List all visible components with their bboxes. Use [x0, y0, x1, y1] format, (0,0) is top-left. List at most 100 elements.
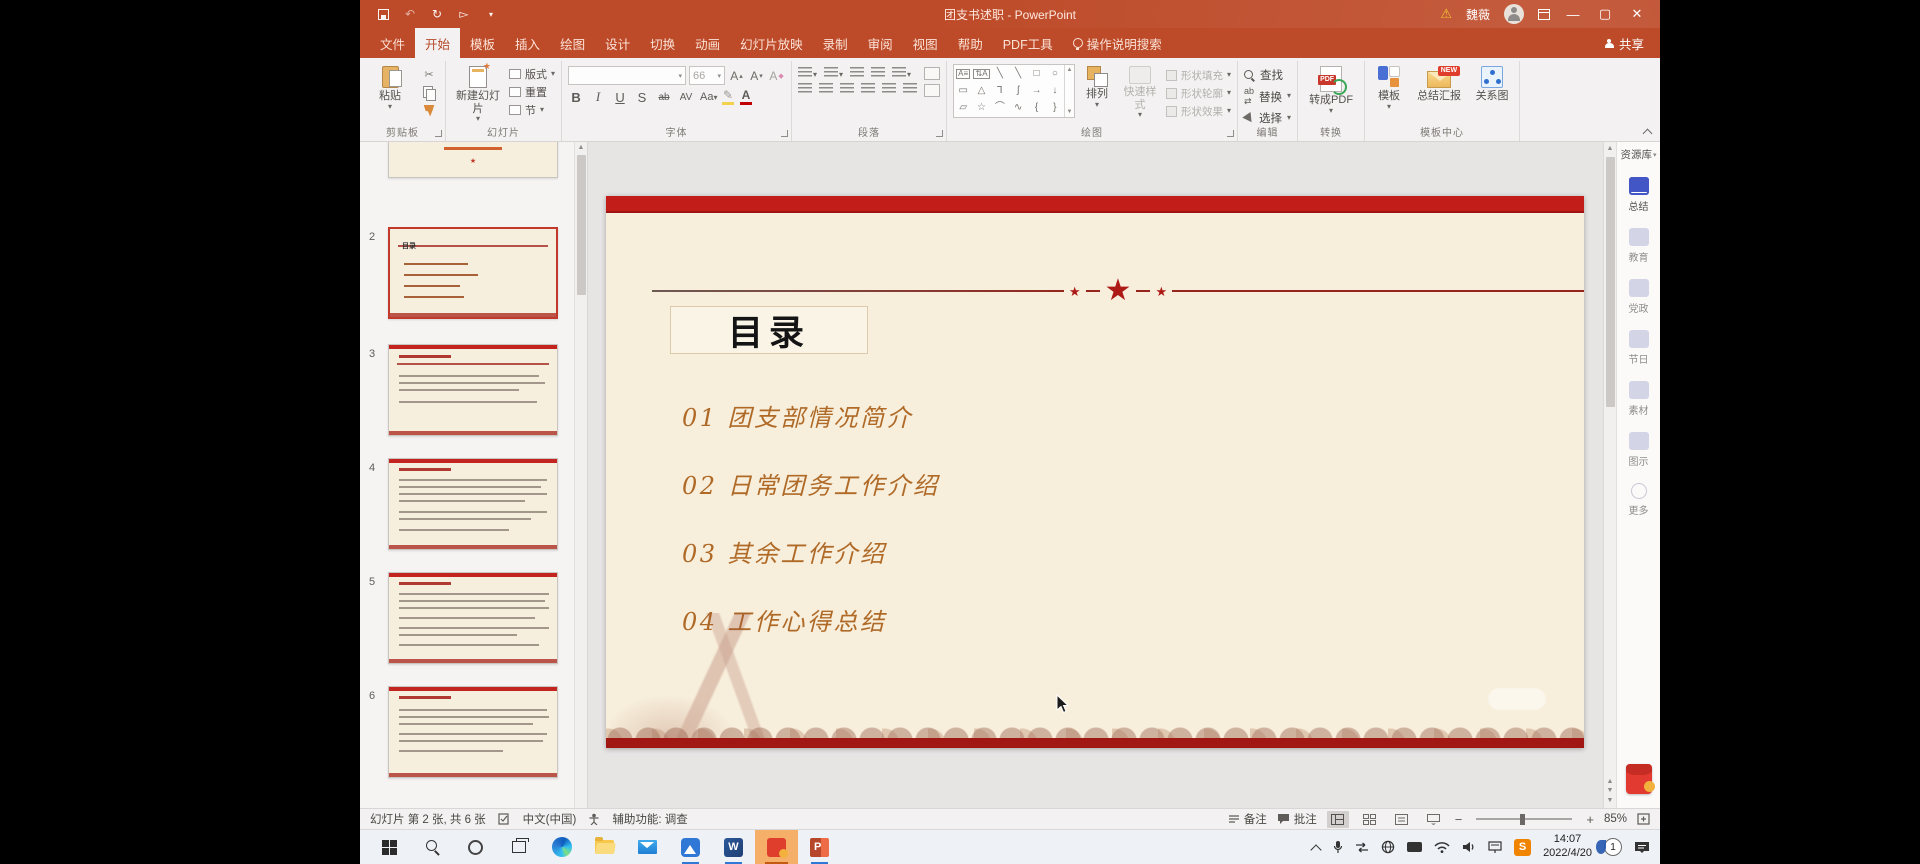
- tell-me-search[interactable]: 操作说明搜索: [1063, 28, 1172, 58]
- slide-thumbnail-3[interactable]: [388, 344, 558, 436]
- slide-scrollbar[interactable]: ▲ ▲ ▼ ▼: [1603, 142, 1616, 808]
- user-count-badge[interactable]: 1: [1596, 838, 1622, 856]
- previous-slide-button[interactable]: ▲: [1607, 777, 1614, 787]
- underline-button[interactable]: U: [612, 90, 628, 105]
- resource-item-material[interactable]: 素材: [1628, 381, 1649, 417]
- shape-fill-button[interactable]: 形状填充 ▾: [1166, 68, 1231, 83]
- shape-effects-button[interactable]: 形状效果 ▾: [1166, 104, 1231, 119]
- tray-expand-icon[interactable]: [1312, 843, 1321, 852]
- zoom-out-button[interactable]: −: [1455, 812, 1463, 827]
- resource-panel-title[interactable]: 资源库 ▾: [1620, 147, 1656, 162]
- scrollbar-thumb[interactable]: [1605, 156, 1615, 407]
- edge-taskbar-button[interactable]: [540, 830, 583, 864]
- word-taskbar-button[interactable]: W: [712, 830, 755, 864]
- align-left-button[interactable]: [798, 83, 813, 94]
- slide-title-box[interactable]: 目录: [670, 306, 868, 354]
- decrease-indent-button[interactable]: [850, 67, 865, 78]
- format-painter-button[interactable]: [419, 103, 439, 118]
- triangle-shape-icon[interactable]: △: [978, 85, 986, 96]
- close-button[interactable]: ✕: [1628, 6, 1646, 22]
- toc-item-1[interactable]: 01 团支部情况简介: [682, 398, 913, 433]
- font-size-select[interactable]: 66 ▾: [689, 66, 726, 85]
- replace-button[interactable]: ab ⇄ 替换 ▾: [1244, 86, 1291, 107]
- slide-thumbnail-5[interactable]: [388, 572, 558, 664]
- increase-indent-button[interactable]: [871, 67, 886, 78]
- justify-button[interactable]: [861, 83, 876, 94]
- next-slide-button[interactable]: ▼: [1607, 786, 1614, 796]
- relationship-diagram-button[interactable]: 关系图: [1471, 64, 1513, 103]
- scroll-down-icon[interactable]: ▼: [1607, 796, 1614, 806]
- bold-button[interactable]: B: [568, 90, 584, 105]
- thumbnail-scrollbar[interactable]: ▲: [574, 142, 587, 808]
- strikethrough-button[interactable]: ab: [656, 92, 672, 103]
- zoom-level[interactable]: 85%: [1604, 813, 1627, 825]
- slide-thumbnail-6[interactable]: [388, 686, 558, 778]
- distribute-button[interactable]: [903, 83, 918, 94]
- scroll-up-icon[interactable]: ▲: [1607, 144, 1614, 154]
- tab-template[interactable]: 模板: [460, 28, 505, 58]
- slide-canvas[interactable]: ★ ★ ★ 目录 01 团支部情况简介 02 日常团务工作介绍 03 其余工作介绍: [606, 196, 1584, 748]
- zoom-slider[interactable]: [1476, 813, 1573, 825]
- network-activity-icon[interactable]: [1355, 841, 1369, 853]
- collapse-ribbon-icon[interactable]: [1643, 127, 1652, 136]
- red-packet-icon[interactable]: [1625, 764, 1655, 794]
- left-brace-shape-icon[interactable]: {: [1035, 103, 1038, 113]
- tab-review[interactable]: 审阅: [858, 28, 903, 58]
- file-explorer-button[interactable]: [583, 830, 626, 864]
- curve-shape-icon[interactable]: ∿: [1014, 103, 1022, 113]
- change-case-button[interactable]: Aa▾: [700, 91, 717, 103]
- align-text-button[interactable]: [924, 84, 941, 97]
- star-shape-icon[interactable]: ☆: [977, 103, 986, 113]
- numbering-button[interactable]: ▾: [824, 67, 843, 79]
- action-center-icon[interactable]: [1634, 841, 1650, 854]
- columns-button[interactable]: [882, 83, 897, 94]
- customize-qat-icon[interactable]: ▾: [484, 7, 498, 21]
- resource-item-education[interactable]: 教育: [1628, 228, 1649, 264]
- shrink-font-button[interactable]: A ▾: [748, 67, 765, 84]
- ime-banner-icon[interactable]: [1488, 841, 1502, 853]
- tab-slideshow[interactable]: 幻灯片放映: [730, 28, 813, 58]
- volume-icon[interactable]: [1462, 841, 1476, 853]
- shadow-button[interactable]: S: [634, 90, 650, 105]
- language-indicator[interactable]: 中文(中国): [523, 811, 577, 827]
- ribbon-display-options-icon[interactable]: [1538, 8, 1550, 20]
- section-button[interactable]: 节 ▾: [509, 102, 555, 118]
- share-button[interactable]: 共享: [1604, 34, 1660, 53]
- parallelogram-shape-icon[interactable]: ▱: [959, 103, 967, 113]
- slide-thumbnail-panel[interactable]: ★ 2 目录 3 4 5 6 ▲: [360, 142, 588, 808]
- notes-button[interactable]: 备注: [1228, 811, 1267, 827]
- redo-icon[interactable]: ↻: [430, 7, 444, 21]
- font-dialog-launcher[interactable]: [781, 130, 789, 137]
- spell-check-icon[interactable]: [498, 813, 511, 825]
- summary-report-button[interactable]: NEW 总结汇报: [1412, 64, 1466, 103]
- toc-item-2[interactable]: 02 日常团务工作介绍: [682, 466, 940, 501]
- clipboard-dialog-launcher[interactable]: [435, 130, 442, 137]
- warning-icon[interactable]: ⚠: [1440, 6, 1452, 22]
- minimize-button[interactable]: —: [1564, 7, 1582, 22]
- right-brace-shape-icon[interactable]: }: [1053, 103, 1056, 113]
- copy-button[interactable]: [419, 85, 439, 101]
- tab-home[interactable]: 开始: [415, 28, 461, 58]
- text-direction-button[interactable]: [924, 67, 941, 80]
- globe-icon[interactable]: [1381, 840, 1395, 854]
- device-icon[interactable]: [1407, 842, 1423, 852]
- reset-button[interactable]: 重置: [509, 84, 555, 100]
- highlight-color-button[interactable]: ✎: [722, 89, 735, 105]
- template-button[interactable]: 模板 ▾: [1371, 64, 1407, 110]
- wifi-icon[interactable]: [1434, 841, 1450, 853]
- italic-button[interactable]: I: [590, 89, 606, 105]
- microphone-icon[interactable]: [1333, 840, 1343, 854]
- arrow-line-shape-icon[interactable]: ╲: [1015, 68, 1021, 79]
- vertical-textbox-shape-icon[interactable]: ⇅A: [973, 68, 990, 79]
- paste-button[interactable]: 粘贴 ▾: [366, 64, 414, 110]
- arc-shape-icon[interactable]: ⌒: [995, 103, 1005, 113]
- comments-button[interactable]: 批注: [1277, 811, 1317, 827]
- normal-view-button[interactable]: [1326, 810, 1349, 828]
- taskbar-clock[interactable]: 14:07 2022/4/20: [1543, 833, 1592, 861]
- tab-pdf-tools[interactable]: PDF工具: [993, 28, 1063, 58]
- tab-view[interactable]: 视图: [903, 28, 948, 58]
- resource-item-summary[interactable]: 总结: [1628, 177, 1649, 213]
- tab-help[interactable]: 帮助: [948, 28, 993, 58]
- line-shape-icon[interactable]: ╲: [997, 68, 1003, 79]
- wps-taskbar-button[interactable]: [755, 830, 798, 864]
